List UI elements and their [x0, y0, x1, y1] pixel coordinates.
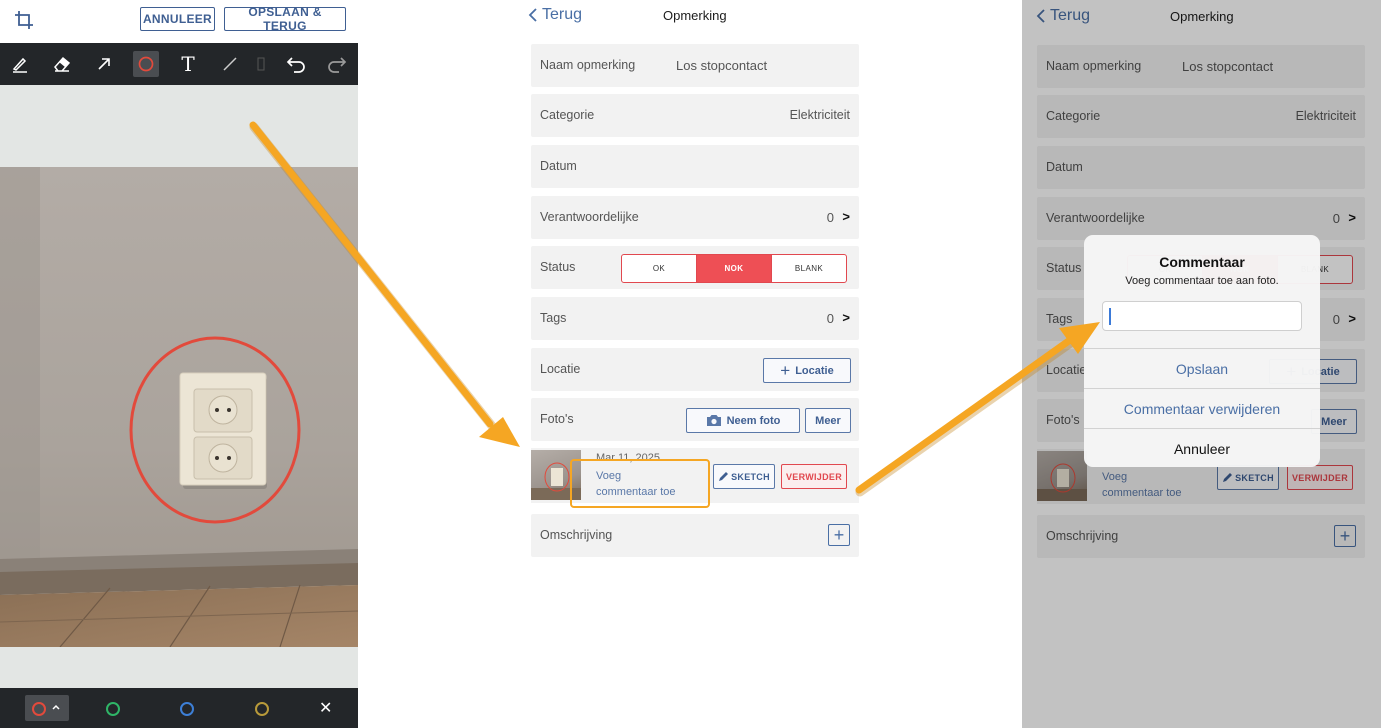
annotation-arrows — [249, 121, 1100, 497]
arrow-left-to-form — [249, 121, 520, 447]
arrow-form-to-dialog — [855, 322, 1100, 497]
screenshot-root: ANNULEER OPSLAAN & TERUG T ✕ Terug Opmer… — [0, 0, 1381, 728]
